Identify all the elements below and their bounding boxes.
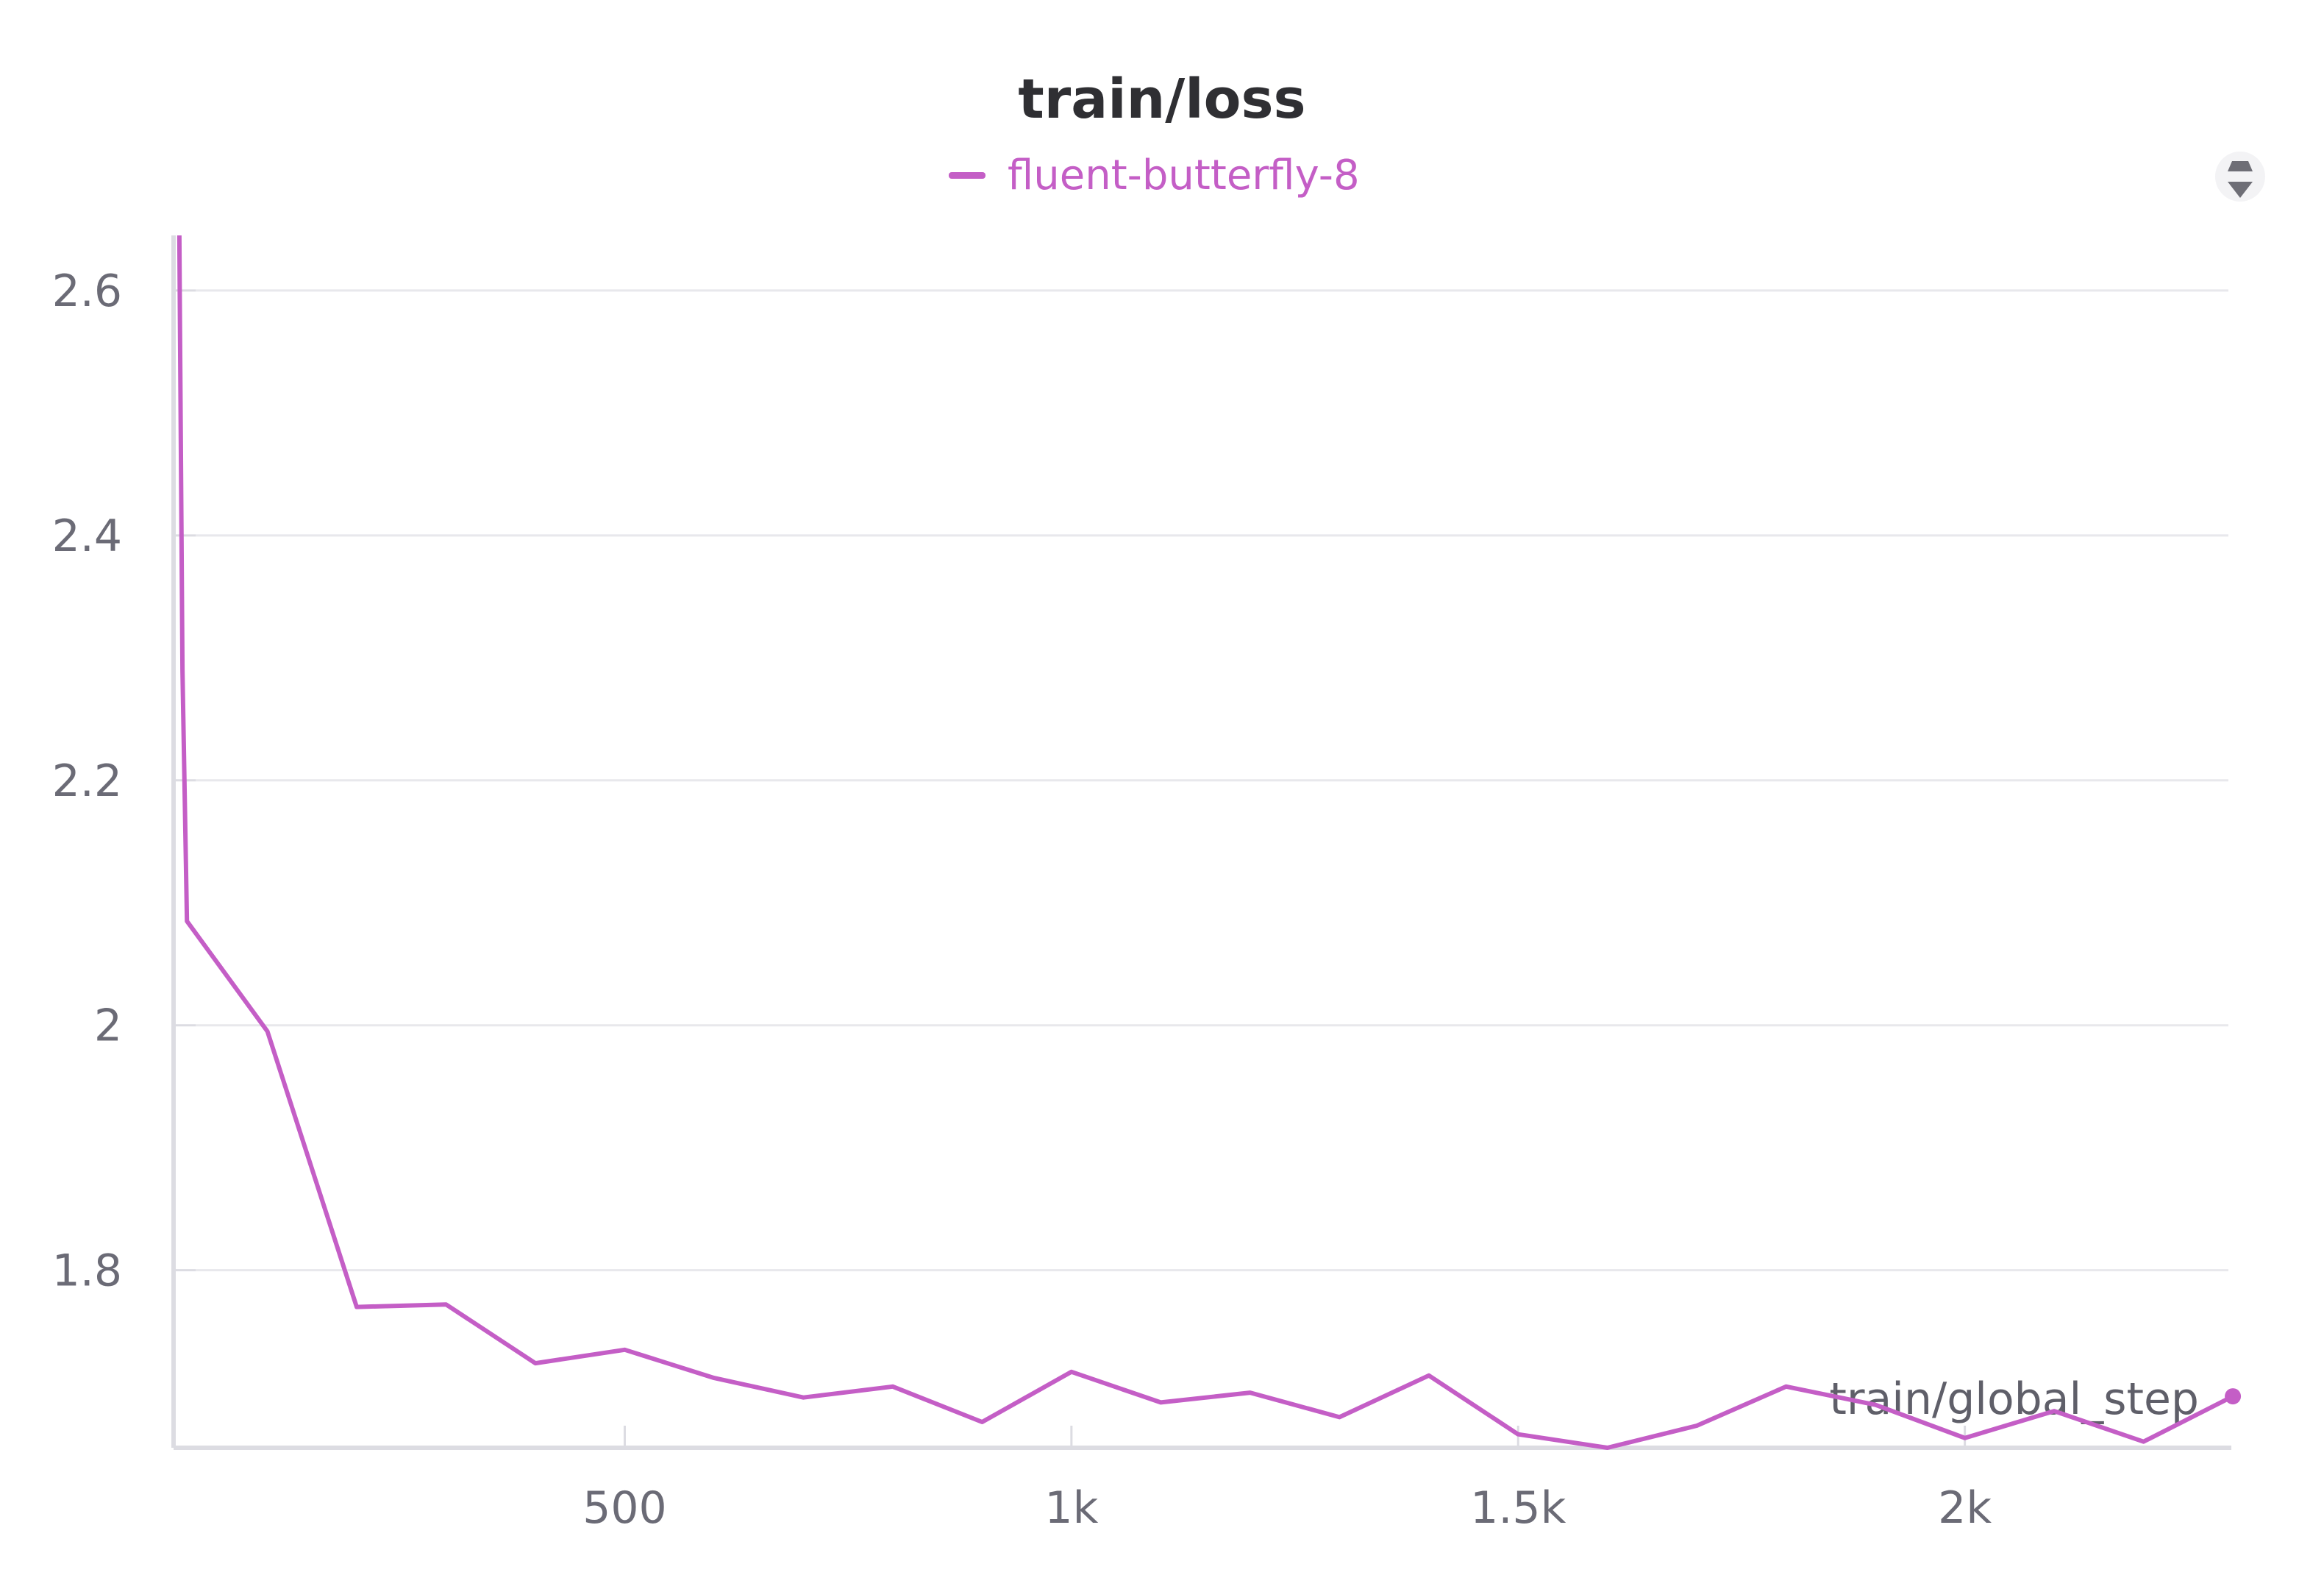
tick-labels: 1.8 2 2.2 2.4 2.6 500 1k 1.5k 2k	[52, 266, 1992, 1534]
series-last-point	[2225, 1388, 2242, 1405]
legend[interactable]: fluent-butterfly-8	[949, 152, 1360, 199]
y-tick-label: 2.4	[52, 511, 122, 562]
axes	[171, 235, 2231, 1450]
y-tick-label: 2	[94, 1000, 122, 1052]
drag-handle-icon[interactable]	[2215, 152, 2265, 202]
y-tick-label: 2.6	[52, 266, 122, 317]
chart-title: train/loss	[1018, 68, 1305, 131]
y-tick-label: 2.2	[52, 756, 122, 807]
legend-label: fluent-butterfly-8	[1008, 152, 1360, 199]
series-line	[177, 235, 2236, 1450]
grid	[196, 289, 2228, 1272]
legend-swatch	[949, 172, 985, 179]
series-layer	[177, 235, 2242, 1450]
y-tick-label: 1.8	[52, 1245, 122, 1297]
x-tick-label: 1k	[1044, 1482, 1098, 1534]
x-axis-label-group: train/global_step	[1829, 1373, 2199, 1425]
x-tick-label: 500	[582, 1482, 667, 1534]
x-tick-label: 1.5k	[1470, 1482, 1566, 1534]
x-axis-label: train/global_step	[1829, 1373, 2199, 1425]
x-tick-label: 2k	[1938, 1482, 1992, 1534]
chart: train/loss fluent-butterfly-8 1.8 2 2.2 2.4…	[52, 68, 2265, 1534]
